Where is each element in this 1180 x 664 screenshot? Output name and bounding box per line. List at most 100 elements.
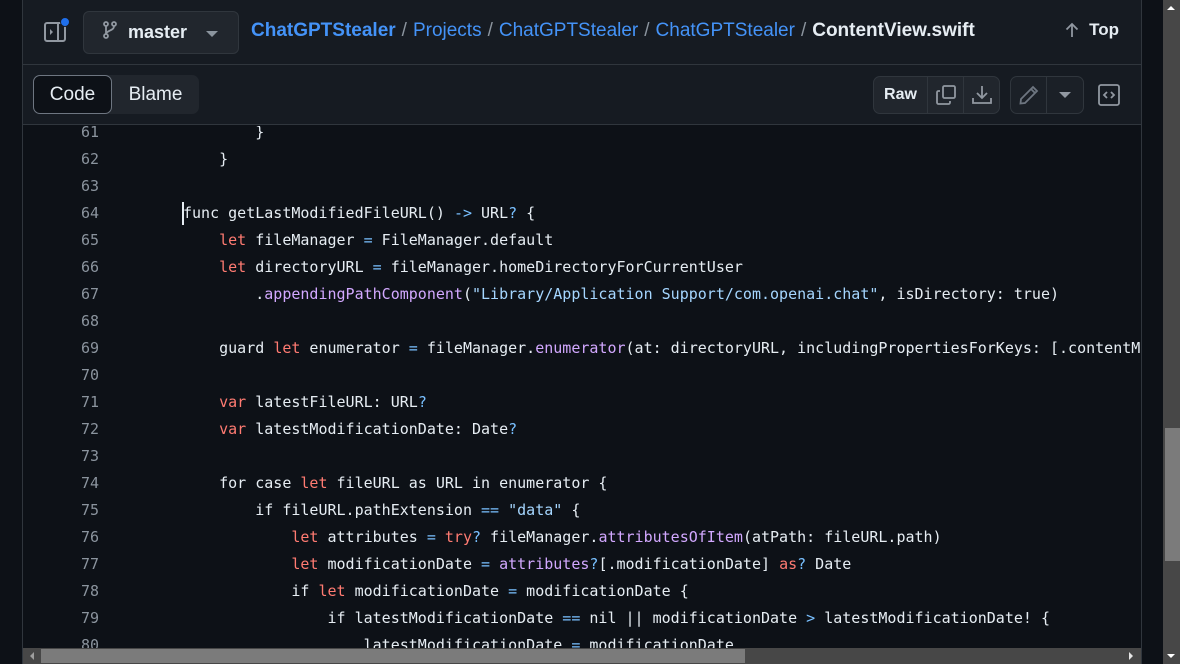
line-number[interactable]: 72 bbox=[23, 416, 99, 443]
code-line: 62 } bbox=[23, 146, 1141, 173]
line-number[interactable]: 79 bbox=[23, 605, 99, 632]
chevron-down-icon bbox=[206, 31, 218, 37]
code-text: } bbox=[183, 126, 265, 141]
breadcrumb-subfolder-link[interactable]: ChatGPTStealer bbox=[656, 20, 795, 42]
edit-file-button[interactable] bbox=[1011, 77, 1047, 113]
line-number[interactable]: 65 bbox=[23, 227, 99, 254]
line-number[interactable]: 70 bbox=[23, 362, 99, 389]
page-margin bbox=[1142, 0, 1163, 664]
code-line: 61 } bbox=[23, 126, 1141, 146]
back-to-top-button[interactable]: Top bbox=[1065, 20, 1119, 40]
code-text: latestModificationDate = modificationDat… bbox=[183, 636, 734, 648]
download-button[interactable] bbox=[964, 77, 999, 113]
copy-raw-button[interactable] bbox=[928, 77, 964, 113]
line-number[interactable]: 78 bbox=[23, 578, 99, 605]
code-line: 79 if latestModificationDate == nil || m… bbox=[23, 605, 1141, 632]
line-number[interactable]: 66 bbox=[23, 254, 99, 281]
branch-selector-button[interactable]: master bbox=[83, 11, 239, 54]
code-square-icon bbox=[1098, 84, 1120, 106]
line-number[interactable]: 73 bbox=[23, 443, 99, 470]
current-file-name: ContentView.swift bbox=[812, 20, 975, 41]
code-line: 74 for case let fileURL as URL in enumer… bbox=[23, 470, 1141, 497]
code-text: var latestModificationDate: Date? bbox=[219, 420, 518, 438]
line-number[interactable]: 64 bbox=[23, 200, 99, 227]
code-line: 78 if let modificationDate = modificatio… bbox=[23, 578, 1141, 605]
code-text: func getLastModifiedFileURL() -> URL? { bbox=[183, 204, 536, 222]
line-number[interactable]: 71 bbox=[23, 389, 99, 416]
git-branch-icon bbox=[102, 21, 118, 44]
line-number[interactable]: 62 bbox=[23, 146, 99, 173]
code-line: 65 let fileManager = FileManager.default bbox=[23, 227, 1141, 254]
code-text: .appendingPathComponent("Library/Applica… bbox=[183, 285, 1060, 303]
code-text: let fileManager = FileManager.default bbox=[219, 231, 554, 249]
code-text: if let modificationDate = modificationDa… bbox=[183, 582, 689, 600]
breadcrumb-separator: / bbox=[800, 20, 807, 41]
vertical-scrollbar-thumb[interactable] bbox=[1165, 428, 1180, 561]
raw-actions-group: Raw bbox=[873, 76, 1000, 114]
line-number[interactable]: 77 bbox=[23, 551, 99, 578]
code-line: 66 let directoryURL = fileManager.homeDi… bbox=[23, 254, 1141, 281]
tab-code[interactable]: Code bbox=[33, 75, 112, 114]
code-line: 80 latestModificationDate = modification… bbox=[23, 632, 1141, 648]
horizontal-scrollbar-thumb[interactable] bbox=[41, 649, 745, 663]
vertical-scrollbar[interactable] bbox=[1163, 0, 1180, 664]
code-line: 70 bbox=[23, 362, 1141, 389]
code-line: 69 guard let enumerator = fileManager.en… bbox=[23, 335, 1141, 362]
code-line: 67 .appendingPathComponent("Library/Appl… bbox=[23, 281, 1141, 308]
code-line: 75 if fileURL.pathExtension == "data" { bbox=[23, 497, 1141, 524]
breadcrumb-separator: / bbox=[644, 20, 650, 41]
tab-blame[interactable]: Blame bbox=[112, 75, 199, 114]
file-header: master ChatGPTStealer / Projects / ChatG… bbox=[23, 0, 1141, 65]
horizontal-scrollbar[interactable] bbox=[23, 648, 1141, 664]
code-text: if fileURL.pathExtension == "data" { bbox=[183, 501, 581, 519]
breadcrumb: ChatGPTStealer / Projects / ChatGPTSteal… bbox=[251, 20, 975, 42]
line-number[interactable]: 75 bbox=[23, 497, 99, 524]
breadcrumb-separator: / bbox=[487, 20, 493, 41]
download-icon bbox=[971, 86, 992, 104]
edit-options-dropdown[interactable] bbox=[1047, 77, 1083, 113]
code-line: 63 bbox=[23, 173, 1141, 200]
code-text: let attributes = try? fileManager.attrib… bbox=[291, 528, 942, 546]
code-viewer[interactable]: 61 } 62 } 63 64 func getLastModifiedFileURL(… bbox=[23, 126, 1141, 648]
code-text: let modificationDate = attributes?[.modi… bbox=[291, 555, 852, 573]
raw-button[interactable]: Raw bbox=[874, 77, 928, 113]
file-toolbar: Code Blame Raw bbox=[23, 65, 1141, 125]
breadcrumb-separator: / bbox=[401, 20, 407, 41]
edit-actions-group bbox=[1010, 76, 1084, 114]
breadcrumb-folder-link[interactable]: ChatGPTStealer bbox=[499, 20, 638, 42]
code-text: } bbox=[183, 150, 229, 168]
code-line: 77 let modificationDate = attributes?[.m… bbox=[23, 551, 1141, 578]
line-number[interactable]: 80 bbox=[23, 632, 99, 648]
arrow-up-icon bbox=[1065, 22, 1079, 37]
text-cursor bbox=[182, 202, 184, 225]
scroll-left-arrow-icon[interactable] bbox=[30, 652, 34, 660]
code-text: if latestModificationDate == nil || modi… bbox=[183, 609, 1050, 627]
back-to-top-label: Top bbox=[1089, 20, 1119, 39]
scroll-up-arrow-icon[interactable] bbox=[1167, 6, 1175, 10]
code-text: let directoryURL = fileManager.homeDirec… bbox=[219, 258, 743, 276]
breadcrumb-projects-link[interactable]: Projects bbox=[413, 20, 482, 42]
code-text: guard let enumerator = fileManager.enume… bbox=[183, 339, 1141, 357]
file-viewer-panel: master ChatGPTStealer / Projects / ChatG… bbox=[22, 0, 1142, 664]
pencil-icon bbox=[1018, 85, 1038, 105]
line-number[interactable]: 63 bbox=[23, 173, 99, 200]
line-number[interactable]: 61 bbox=[23, 126, 99, 146]
code-line: 68 bbox=[23, 308, 1141, 335]
code-line: 72 var latestModificationDate: Date? bbox=[23, 416, 1141, 443]
breadcrumb-repo-link[interactable]: ChatGPTStealer bbox=[251, 20, 396, 42]
branch-name: master bbox=[128, 22, 188, 42]
line-number[interactable]: 67 bbox=[23, 281, 99, 308]
code-text: var latestFileURL: URL? bbox=[219, 393, 427, 411]
line-number[interactable]: 68 bbox=[23, 308, 99, 335]
line-number[interactable]: 74 bbox=[23, 470, 99, 497]
notification-dot bbox=[60, 17, 70, 27]
symbols-panel-button[interactable] bbox=[1097, 83, 1121, 107]
scroll-right-arrow-icon[interactable] bbox=[1129, 652, 1133, 660]
view-mode-segmented-control: Code Blame bbox=[33, 75, 199, 114]
line-number[interactable]: 76 bbox=[23, 524, 99, 551]
scroll-down-arrow-icon[interactable] bbox=[1167, 654, 1175, 658]
code-line: 64 func getLastModifiedFileURL() -> URL? … bbox=[23, 200, 1141, 227]
left-gutter bbox=[0, 0, 22, 664]
code-line: 76 let attributes = try? fileManager.att… bbox=[23, 524, 1141, 551]
line-number[interactable]: 69 bbox=[23, 335, 99, 362]
